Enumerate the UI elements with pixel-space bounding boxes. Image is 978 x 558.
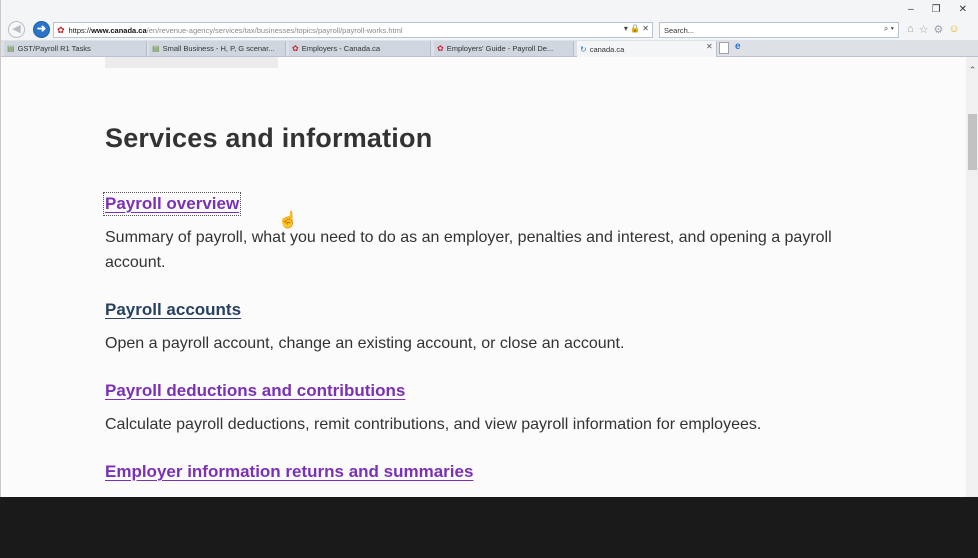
payroll-deductions-link[interactable]: Payroll deductions and contributions [105,381,405,401]
document-icon: ▤ [7,44,15,53]
tab-label: Small Business - H, P, G scenar... [162,44,275,53]
toolbar-icons: ⌂ ☆ ⚙ ☺ [907,23,960,36]
vertical-scrollbar[interactable]: ⌃ [966,57,978,497]
search-input[interactable]: Search... ⌕ ▾ [659,22,899,38]
tab-small-business[interactable]: ▤ Small Business - H, P, G scenar... [149,41,286,56]
address-bar[interactable]: ✿ https:// www.canada.ca /en/revenue-age… [53,22,653,38]
payroll-accounts-link[interactable]: Payroll accounts [105,300,241,320]
browser-window: – ❐ ✕ ◀ ➜ ✿ https:// www.canada.ca /en/r… [0,0,978,497]
scroll-thumb[interactable] [968,114,977,170]
maple-leaf-icon: ✿ [437,44,444,53]
favorites-star-icon[interactable]: ☆ [919,23,929,36]
ie-logo-icon: e [735,41,741,52]
hand-cursor-icon: ☝ [278,212,298,229]
browser-toolbar: – ❐ ✕ ◀ ➜ ✿ https:// www.canada.ca /en/r… [1,0,978,40]
restore-button[interactable]: ❐ [932,4,941,15]
forward-button[interactable]: ➜ [33,21,50,38]
payroll-deductions-description: Calculate payroll deductions, remit cont… [105,416,762,433]
tab-employers[interactable]: ✿ Employers - Canada.ca [289,41,431,56]
previous-content-strip [105,57,278,68]
minimize-button[interactable]: – [908,4,914,15]
address-bar-tools[interactable]: ▾ 🔒 ✕ [624,24,649,33]
tab-employers-guide[interactable]: ✿ Employers' Guide - Payroll De... [434,41,574,56]
document-icon: ▤ [152,44,160,53]
back-button[interactable]: ◀ [8,21,25,38]
forward-arrow-icon: ➜ [36,23,47,35]
tab-label: GST/Payroll R1 Tasks [17,44,91,53]
tab-label: canada.ca [589,44,625,54]
tab-label: Employers' Guide - Payroll De... [446,44,554,53]
payroll-overview-link[interactable]: Payroll overview [102,192,242,216]
maple-leaf-icon: ✿ [57,24,65,35]
employer-information-returns-link[interactable]: Employer information returns and summari… [105,462,473,482]
close-window-button[interactable]: ✕ [959,4,967,15]
scroll-up-arrow-icon[interactable]: ⌃ [966,65,978,76]
url-domain: www.canada.ca [91,25,147,35]
new-tab-icon[interactable] [719,42,729,54]
maple-leaf-icon: ✿ [292,44,299,53]
tab-gst-payroll[interactable]: ▤ GST/Payroll R1 Tasks [4,41,147,56]
page-title: Services and information [105,123,433,153]
settings-gear-icon[interactable]: ⚙ [934,23,944,36]
payroll-accounts-description: Open a payroll account, change an existi… [105,335,625,352]
tab-label: Employers - Canada.ca [301,44,381,53]
payroll-overview-description: Summary of payroll, what you need to do … [105,229,832,271]
window-controls: – ❐ ✕ [908,4,967,15]
page-content: Services and information Payroll overvie… [1,57,966,497]
loading-icon: ↻ [580,44,587,54]
tab-strip: ▤ GST/Payroll R1 Tasks ▤ Small Business … [1,40,978,57]
close-tab-icon[interactable]: ✕ [706,42,713,51]
back-arrow-icon: ◀ [12,23,21,35]
url-scheme: https:// [68,25,92,35]
tab-canada-active[interactable]: ↻ canada.ca [577,41,717,57]
home-icon[interactable]: ⌂ [907,23,914,36]
search-icon[interactable]: ⌕ ▾ [884,24,894,34]
feedback-smiley-icon[interactable]: ☺ [948,23,959,36]
url-path: /en/revenue-agency/services/tax/business… [146,25,403,35]
search-placeholder: Search... [664,25,695,35]
